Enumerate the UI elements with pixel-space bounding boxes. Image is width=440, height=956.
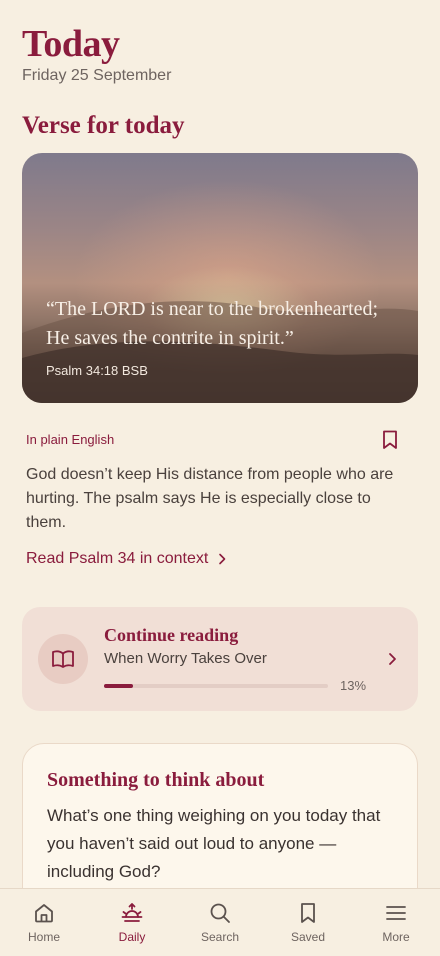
tab-label: Daily (118, 930, 146, 944)
menu-icon (386, 906, 406, 920)
bookmark-icon (301, 903, 315, 923)
tab-saved[interactable]: Saved (264, 889, 352, 956)
tab-home[interactable]: Home (0, 889, 88, 956)
tab-daily[interactable]: Daily (88, 889, 176, 956)
tab-label: Home (27, 930, 60, 944)
page-date: Friday 25 September (22, 67, 172, 84)
read-context-label: Read Psalm 34 in context (26, 550, 209, 567)
sunrise-icon (121, 903, 143, 922)
tab-label: More (382, 930, 410, 944)
verse-section-title: Verse for today (22, 112, 185, 139)
plain-english-label: In plain English (26, 432, 115, 447)
bottom-tab-bar: Home Daily Search Saved More (0, 888, 440, 956)
verse-card[interactable]: “The LORD is near to the brokenhearted; … (22, 153, 418, 403)
reading-progress-label: 13% (340, 678, 367, 693)
search-icon (210, 903, 230, 923)
book-icon-circle (38, 634, 88, 684)
reflection-question: What’s one thing weighing on you today t… (47, 806, 381, 881)
continue-reading-card[interactable]: Continue reading When Worry Takes Over 1… (22, 607, 418, 711)
tab-search[interactable]: Search (176, 889, 264, 956)
page-title: Today (22, 23, 120, 65)
chevron-right-icon (219, 553, 226, 565)
plain-english-text: God doesn’t keep His distance from peopl… (26, 466, 394, 531)
verse-quote: “The LORD is near to the brokenhearted; … (46, 298, 379, 349)
bookmark-button[interactable] (378, 428, 402, 452)
tab-more[interactable]: More (352, 889, 440, 956)
verse-reference: Psalm 34:18 BSB (46, 363, 148, 378)
continue-chevron[interactable] (382, 649, 402, 669)
tab-label: Saved (290, 930, 326, 944)
chevron-right-icon (388, 653, 396, 665)
continue-reading-plan: When Worry Takes Over (104, 650, 267, 667)
open-book-icon (52, 650, 74, 668)
continue-reading-title: Continue reading (104, 625, 239, 645)
reading-progress-bar (104, 684, 328, 688)
read-context-link[interactable]: Read Psalm 34 in context (26, 550, 226, 568)
bookmark-icon (383, 430, 397, 449)
reading-progress-fill (104, 684, 134, 688)
home-icon (35, 904, 53, 923)
tab-label: Search (200, 930, 240, 944)
reflection-title: Something to think about (47, 769, 265, 791)
